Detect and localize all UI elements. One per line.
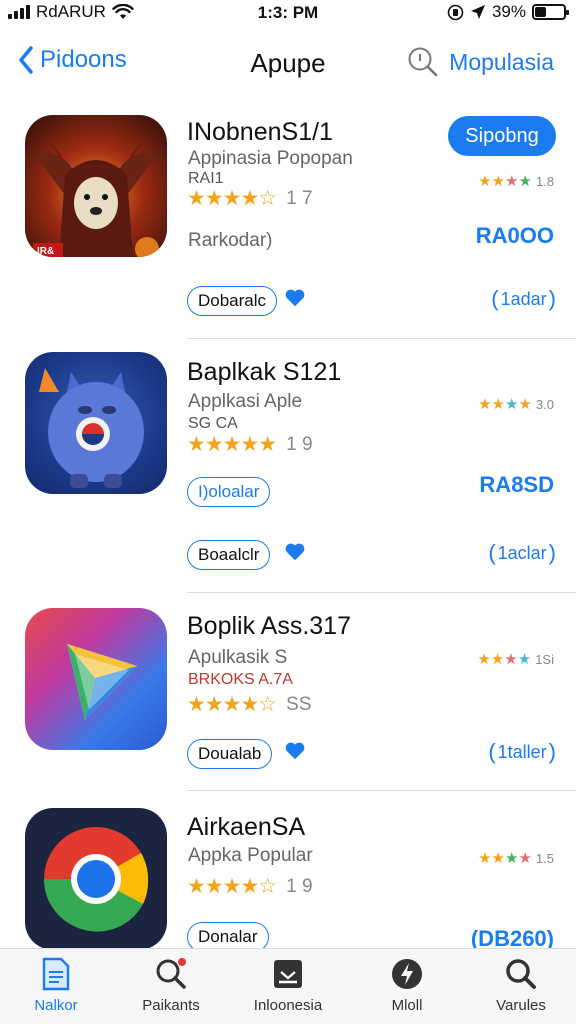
app-subtitle: Applkasi Aple <box>188 391 303 412</box>
app-subtitle: Apulkasik S <box>188 647 288 668</box>
app-icon-play[interactable] <box>25 608 167 750</box>
tab-mloll[interactable]: Mloll <box>352 957 462 1014</box>
stack-icon <box>271 957 305 991</box>
battery-icon <box>532 4 569 20</box>
search-icon <box>504 957 538 991</box>
chevron-left-icon <box>19 46 33 74</box>
download-pill-button[interactable]: Dobaralc <box>187 286 278 316</box>
download-pill-button[interactable]: I)oloalar <box>187 477 271 507</box>
app-icon-creature[interactable]: IR& <box>25 115 167 257</box>
tab-varules[interactable]: Varules <box>466 957 576 1014</box>
tab-label: Inloonesia <box>253 997 323 1014</box>
link-button[interactable]: ( 1adar ) <box>491 286 556 312</box>
rating-stars: ★★★★☆ <box>187 187 277 210</box>
app-icon-mascot[interactable] <box>25 352 167 494</box>
back-label: Pidoons <box>40 46 127 73</box>
search-icon <box>408 47 438 77</box>
tab-label: Varules <box>496 997 546 1014</box>
divider <box>187 790 576 791</box>
rating: ★★★★☆ 1 7 <box>187 186 313 211</box>
rating: ★★★★☆ 1 9 <box>187 874 313 899</box>
tab-label: Mloll <box>391 997 423 1014</box>
tab-label: Paikants <box>142 997 200 1014</box>
mini-rating-value: 1.8 <box>535 173 554 189</box>
link-label: 1aclar <box>497 542 547 563</box>
mini-rating-value: 1.5 <box>535 850 554 866</box>
price-label[interactable]: RA8SD <box>479 472 554 498</box>
download-pill-button[interactable]: Doualab <box>187 739 273 769</box>
link-button[interactable]: ( 1taller ) <box>488 739 556 765</box>
app-name[interactable]: Baplkak S121 <box>187 358 341 387</box>
rating-count: 1 9 <box>286 433 313 455</box>
download-pill-button[interactable]: Boaalclr <box>187 540 271 570</box>
battery-level <box>535 7 546 17</box>
rating-count: SS <box>286 693 312 715</box>
mini-rating: ★★ ★ ★ 1Si <box>477 651 554 668</box>
app-meta: Rarkodar) <box>188 230 273 251</box>
app-subtitle: Appinasia Popopan <box>188 148 353 169</box>
rating-stars: ★★★★☆ <box>187 875 277 898</box>
divider <box>187 338 576 339</box>
app-name[interactable]: Boplik Ass.317 <box>187 612 351 641</box>
search-nav-button[interactable]: Mopulasia <box>407 46 554 78</box>
mini-rating: ★★ ★ ★ 3.0 <box>478 396 554 413</box>
back-button[interactable]: Pidoons <box>18 46 127 74</box>
link-button[interactable]: ( 1aclar ) <box>488 540 556 566</box>
tab-inloonesia[interactable]: Inloonesia <box>233 957 343 1014</box>
rating-stars: ★★★★☆ <box>187 693 277 716</box>
link-label: 1taller <box>497 741 547 762</box>
price-label[interactable]: RA0OO <box>476 223 554 249</box>
svg-text:IR&: IR& <box>37 246 54 257</box>
heart-icon[interactable] <box>284 541 306 563</box>
app-subtitle-secondary: SG CA <box>188 415 238 432</box>
location-icon <box>470 5 485 19</box>
blue-mascot-icon <box>39 368 144 488</box>
rating: ★★★★☆ SS <box>187 692 312 717</box>
rating-count: 1 9 <box>286 875 313 897</box>
status-bar: RdARUR 1:3: PM 39% <box>0 0 576 26</box>
mini-rating: ★★ ★ ★ 1.5 <box>478 850 554 867</box>
app-icon-browser[interactable] <box>25 808 167 950</box>
document-icon <box>39 957 73 991</box>
rating-stars: ★★★★★ <box>187 433 277 456</box>
bolt-icon <box>390 957 424 991</box>
tab-bar: Nalkor Paikants Inloonesia Mloll Varules <box>0 948 576 1024</box>
tab-nalkor[interactable]: Nalkor <box>1 957 111 1014</box>
heart-icon[interactable] <box>284 740 306 762</box>
play-icon <box>67 644 137 720</box>
status-right: 39% <box>447 2 569 22</box>
rating: ★★★★★ 1 9 <box>187 432 313 457</box>
mini-rating-value: 3.0 <box>535 396 554 412</box>
divider <box>187 592 576 593</box>
tab-label: Nalkor <box>34 997 78 1014</box>
navigation-bar: Pidoons Apupe Mopulasia <box>0 38 576 88</box>
rating-count: 1 7 <box>286 187 313 209</box>
app-name[interactable]: AirkaenSA <box>187 813 305 842</box>
app-name[interactable]: INobnenS1/1 <box>187 118 333 147</box>
mini-rating: ★★ ★ ★ 1.8 <box>478 173 554 190</box>
wolf-creature-icon: IR& <box>33 135 159 257</box>
browser-icon <box>44 827 149 932</box>
link-label: 1adar <box>500 288 547 309</box>
search-notification-icon <box>154 957 188 991</box>
tab-paikants[interactable]: Paikants <box>116 957 226 1014</box>
orientation-lock-icon <box>447 4 464 20</box>
nav-right-label: Mopulasia <box>449 48 554 75</box>
app-subtitle: Appka Popular <box>188 845 313 866</box>
mini-rating-value: 1Si <box>535 651 554 667</box>
get-button[interactable]: Sipobng <box>448 116 556 156</box>
heart-icon[interactable] <box>284 287 306 309</box>
app-subtitle-secondary: BRKOKS A.7A <box>188 671 293 688</box>
battery-percent: 39% <box>491 2 526 21</box>
